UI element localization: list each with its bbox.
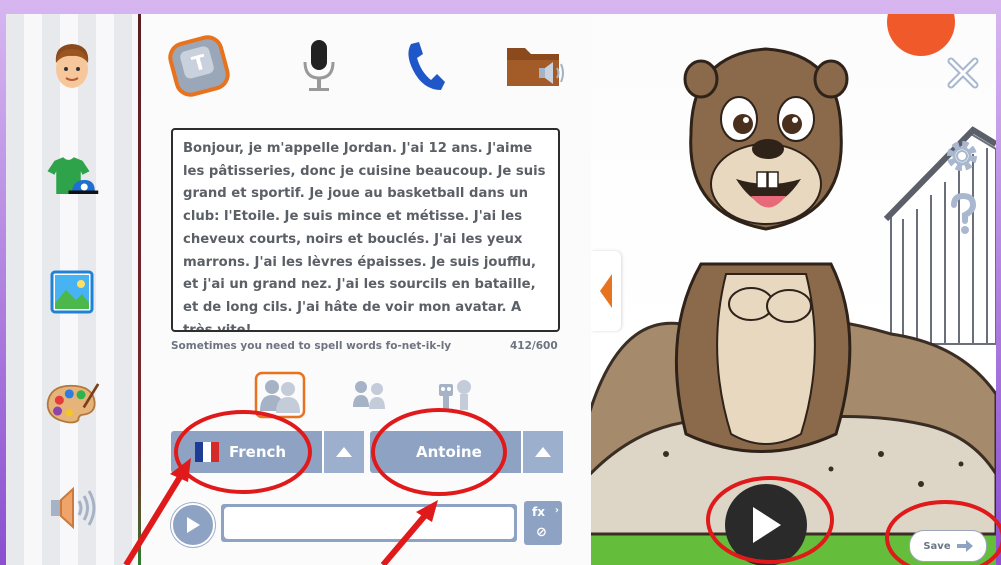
voice-select[interactable]: Antoine [370, 431, 563, 473]
save-label: Save [923, 540, 951, 552]
app-frame: T Bonjour, je m'appelle Jordan. J'ai 12 … [6, 14, 996, 565]
speaker-icon[interactable] [44, 480, 100, 536]
fx-button[interactable]: fx › ⊘ [524, 501, 562, 545]
phone-icon[interactable] [393, 34, 457, 98]
effect-input[interactable] [224, 507, 514, 539]
kids-icon[interactable] [343, 369, 395, 421]
left-rail [6, 14, 138, 565]
clothes-icon[interactable] [44, 152, 100, 208]
reset-icon: ⊘ [536, 525, 547, 540]
robots-icon[interactable] [429, 369, 481, 421]
speech-editor: T Bonjour, je m'appelle Jordan. J'ai 12 … [141, 14, 591, 565]
keyboard-icon[interactable]: T [167, 34, 231, 98]
language-select[interactable]: French [171, 431, 364, 473]
save-button[interactable]: Save [909, 530, 987, 562]
help-icon[interactable] [946, 192, 980, 236]
arrow-right-icon [956, 540, 973, 552]
background-icon[interactable] [44, 264, 100, 320]
scene-artwork [591, 14, 996, 565]
avatar-scene: Save [591, 14, 996, 565]
microphone-icon[interactable] [287, 34, 351, 98]
group-icon[interactable] [254, 369, 306, 421]
fx-label: fx [532, 505, 545, 519]
france-flag-icon [195, 442, 219, 462]
language-label: French [229, 443, 287, 461]
settings-icon[interactable] [942, 136, 982, 176]
palette-icon[interactable] [44, 374, 100, 430]
chevron-up-icon[interactable] [521, 431, 563, 473]
character-counter: 412/600 [510, 340, 558, 352]
play-button[interactable] [725, 484, 807, 565]
face-icon[interactable] [44, 39, 100, 95]
speech-textarea[interactable]: Bonjour, je m'appelle Jordan. J'ai 12 an… [171, 128, 560, 332]
chevron-right-icon: › [554, 505, 559, 516]
collapse-panel-tab[interactable] [591, 251, 621, 331]
spelling-hint: Sometimes you need to spell words fo-net… [171, 340, 452, 352]
preview-play-button[interactable] [171, 503, 215, 547]
voice-label: Antoine [416, 443, 482, 461]
chevron-up-icon[interactable] [322, 431, 364, 473]
folder-audio-icon[interactable] [503, 34, 567, 98]
effect-entry [221, 504, 517, 542]
close-icon[interactable] [944, 54, 982, 92]
